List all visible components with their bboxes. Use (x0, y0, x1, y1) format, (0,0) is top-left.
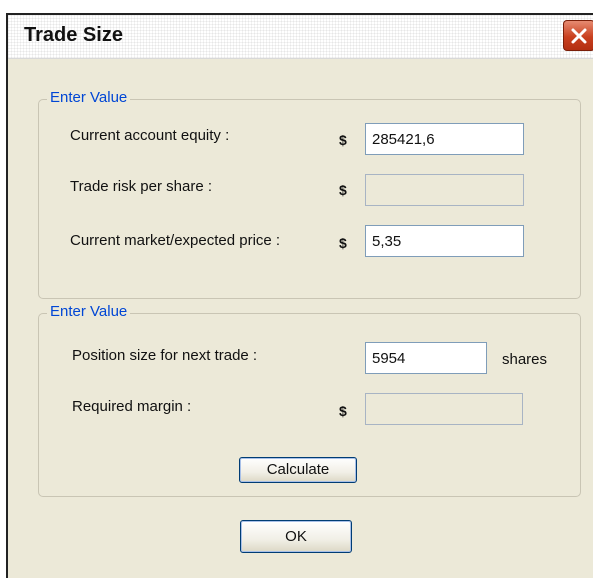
margin-currency: $ (339, 403, 347, 419)
title-bar: Trade Size (8, 15, 593, 59)
required-margin-label: Required margin : (72, 398, 192, 415)
current-market-price-label: Current market/expected price : (70, 232, 281, 249)
group-1-legend: Enter Value (47, 89, 131, 106)
close-button[interactable] (563, 20, 593, 51)
trade-risk-currency: $ (339, 182, 347, 198)
market-price-currency: $ (339, 235, 347, 251)
calculate-button[interactable]: Calculate (239, 457, 357, 483)
current-account-equity-label: Current account equity : (70, 127, 230, 144)
equity-currency: $ (339, 132, 347, 148)
dialog-title: Trade Size (24, 24, 123, 46)
close-icon (571, 28, 587, 43)
trade-risk-per-share-label: Trade risk per share : (70, 178, 212, 195)
shares-unit-label: shares (502, 351, 548, 368)
group-2-legend: Enter Value (47, 303, 131, 320)
current-account-equity-input[interactable]: 285421,6 (365, 123, 524, 155)
trade-risk-per-share-input (365, 174, 524, 206)
current-market-price-input[interactable]: 5,35 (365, 225, 524, 257)
trade-size-dialog: Trade Size Enter Value Current account e… (6, 13, 593, 578)
required-margin-input (365, 393, 523, 425)
position-size-label: Position size for next trade : (72, 347, 258, 364)
ok-button[interactable]: OK (240, 520, 352, 553)
position-size-input[interactable]: 5954 (365, 342, 487, 374)
